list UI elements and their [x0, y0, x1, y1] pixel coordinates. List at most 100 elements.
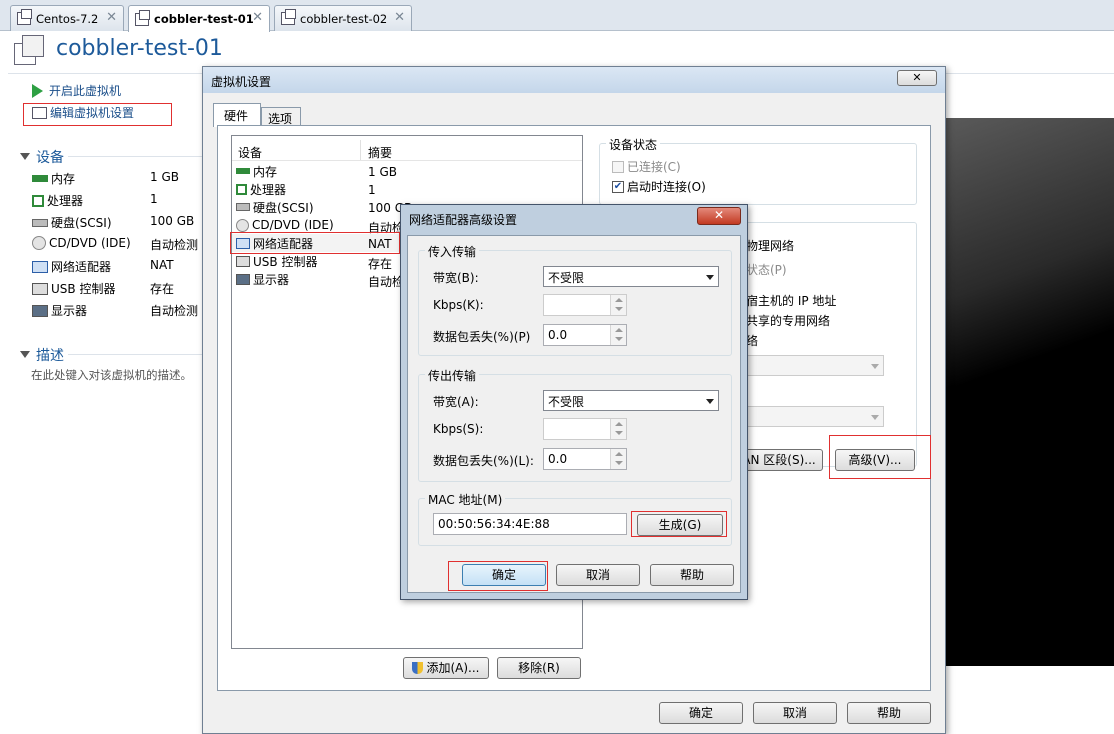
add-button[interactable]: 添加(A)... [403, 657, 489, 679]
list-item[interactable]: USB 控制器 [236, 252, 317, 270]
vm-large-icon [14, 35, 44, 67]
tab-label: cobbler-test-02 [300, 11, 388, 26]
divider [68, 354, 202, 355]
row-name: 硬盘(SCSI) [253, 200, 314, 215]
outgoing-bandwidth-select[interactable]: 不受限 [543, 390, 719, 411]
row-name: CD/DVD (IDE) [252, 218, 334, 232]
button-label: 帮助 [876, 706, 901, 720]
close-icon[interactable]: ✕ [252, 10, 263, 25]
lan-segment-button[interactable]: AN 区段(S)... [735, 449, 823, 471]
partial-label: 宿主机的 IP 地址 [746, 294, 837, 308]
usb-icon [236, 255, 250, 267]
hdd-icon [236, 203, 250, 211]
checkbox-icon [612, 160, 624, 173]
edit-settings-link[interactable]: 编辑虚拟机设置 [32, 104, 134, 121]
input-value: 00:50:56:34:4E:88 [438, 517, 550, 531]
custom-net-select[interactable] [740, 355, 884, 376]
cancel-button[interactable]: 取消 [753, 702, 837, 724]
column-header-summary[interactable]: 摘要 [368, 144, 392, 161]
description-section-header[interactable]: 描述 [20, 345, 64, 365]
highlight-box [230, 232, 400, 254]
dialog-body: 传入传输 带宽(B): 不受限 Kbps(K): 数据包丢失(%)(P) 0.0… [407, 235, 741, 593]
dialog-titlebar: 网络适配器高级设置 [401, 205, 747, 231]
connect-on-power-checkbox[interactable]: ✔ 启动时连接(O) [612, 178, 706, 195]
close-icon[interactable]: ✕ [394, 10, 405, 25]
list-item[interactable]: 处理器 [236, 180, 286, 198]
list-item[interactable]: 内存 [236, 162, 277, 180]
button-label: AN 区段(S)... [742, 453, 816, 467]
power-on-link[interactable]: 开启此虚拟机 [32, 82, 121, 99]
dialog-title: 网络适配器高级设置 [409, 213, 518, 227]
list-item[interactable]: 硬盘(SCSI) [236, 198, 314, 216]
close-icon[interactable]: ✕ [106, 10, 117, 25]
chevron-down-icon [871, 364, 879, 369]
device-value: 自动检测 [150, 238, 199, 252]
tab-label: 硬件 [224, 109, 249, 123]
spinner-icon[interactable] [610, 449, 626, 469]
incoming-loss-input[interactable]: 0.0 [543, 324, 627, 346]
tab-label: cobbler-test-01 [154, 12, 254, 26]
spinner-icon[interactable] [610, 419, 626, 439]
device-hdd[interactable]: 硬盘(SCSI) [32, 214, 112, 231]
device-value: 自动检测 [150, 304, 199, 318]
devices-section-header[interactable]: 设备 [20, 147, 64, 167]
tab-cobbler-test-02[interactable]: cobbler-test-02 ✕ [274, 5, 412, 31]
close-button[interactable]: ✕ [697, 207, 741, 225]
device-cpu[interactable]: 处理器 [32, 192, 83, 209]
description-placeholder[interactable]: 在此处键入对该虚拟机的描述。 [31, 367, 192, 383]
device-cd[interactable]: CD/DVD (IDE) [32, 236, 131, 250]
monitor-icon [236, 273, 250, 285]
connected-checkbox[interactable]: 已连接(C) [612, 158, 681, 175]
row-name: 处理器 [250, 182, 287, 197]
device-value: NAT [150, 258, 174, 272]
tab-options[interactable]: 选项 [261, 107, 301, 127]
chevron-down-icon [706, 275, 714, 280]
device-network[interactable]: 网络适配器 [32, 258, 111, 275]
device-memory[interactable]: 内存 [32, 170, 75, 187]
device-name: USB 控制器 [51, 282, 116, 296]
vm-screen-preview[interactable] [940, 118, 1114, 666]
tab-label: 选项 [268, 112, 293, 126]
group-title: MAC 地址(M) [425, 491, 506, 508]
tab-hardware[interactable]: 硬件 [213, 103, 261, 127]
close-button[interactable]: ✕ [897, 70, 937, 86]
play-icon [32, 83, 43, 98]
help-button[interactable]: 帮助 [847, 702, 931, 724]
tab-centos[interactable]: Centos-7.2 ✕ [10, 5, 124, 31]
tab-cobbler-test-01[interactable]: cobbler-test-01 ✕ [128, 5, 270, 32]
partial-label: 状态(P) [746, 263, 787, 277]
lan-segment-select[interactable] [740, 406, 884, 427]
device-usb[interactable]: USB 控制器 [32, 280, 115, 297]
spinner-icon[interactable] [610, 295, 626, 315]
remove-button[interactable]: 移除(R) [497, 657, 581, 679]
button-label: 添加(A)... [426, 661, 480, 675]
mac-address-input[interactable]: 00:50:56:34:4E:88 [433, 513, 627, 535]
partial-label: 共享的专用网络 [746, 314, 831, 328]
help-button[interactable]: 帮助 [650, 564, 734, 586]
group-title: 设备状态 [606, 136, 661, 153]
incoming-bandwidth-select[interactable]: 不受限 [543, 266, 719, 287]
device-monitor[interactable]: 显示器 [32, 302, 87, 319]
divider [68, 156, 202, 157]
divider [232, 160, 582, 161]
cancel-button[interactable]: 取消 [556, 564, 640, 586]
input-value: 0.0 [548, 328, 568, 342]
page-title: cobbler-test-01 [56, 36, 223, 61]
outgoing-group: 传出传输 带宽(A): 不受限 Kbps(S): 数据包丢失(%)(L): 0.… [418, 367, 732, 482]
highlight-box [829, 435, 931, 479]
cd-icon [236, 218, 249, 232]
row-name: 显示器 [253, 272, 290, 287]
outgoing-kbps-input[interactable] [543, 418, 627, 440]
incoming-kbps-input[interactable] [543, 294, 627, 316]
button-label: 移除(R) [518, 661, 560, 675]
chevron-down-icon [706, 399, 714, 404]
column-header-device[interactable]: 设备 [238, 144, 262, 161]
field-label: 带宽(A): [433, 395, 479, 409]
spinner-icon[interactable] [610, 325, 626, 345]
button-label: 取消 [782, 706, 807, 720]
list-item[interactable]: 显示器 [236, 270, 289, 288]
outgoing-loss-input[interactable]: 0.0 [543, 448, 627, 470]
device-name: 网络适配器 [51, 260, 112, 274]
ok-button[interactable]: 确定 [659, 702, 743, 724]
device-value: 100 GB [150, 214, 195, 228]
